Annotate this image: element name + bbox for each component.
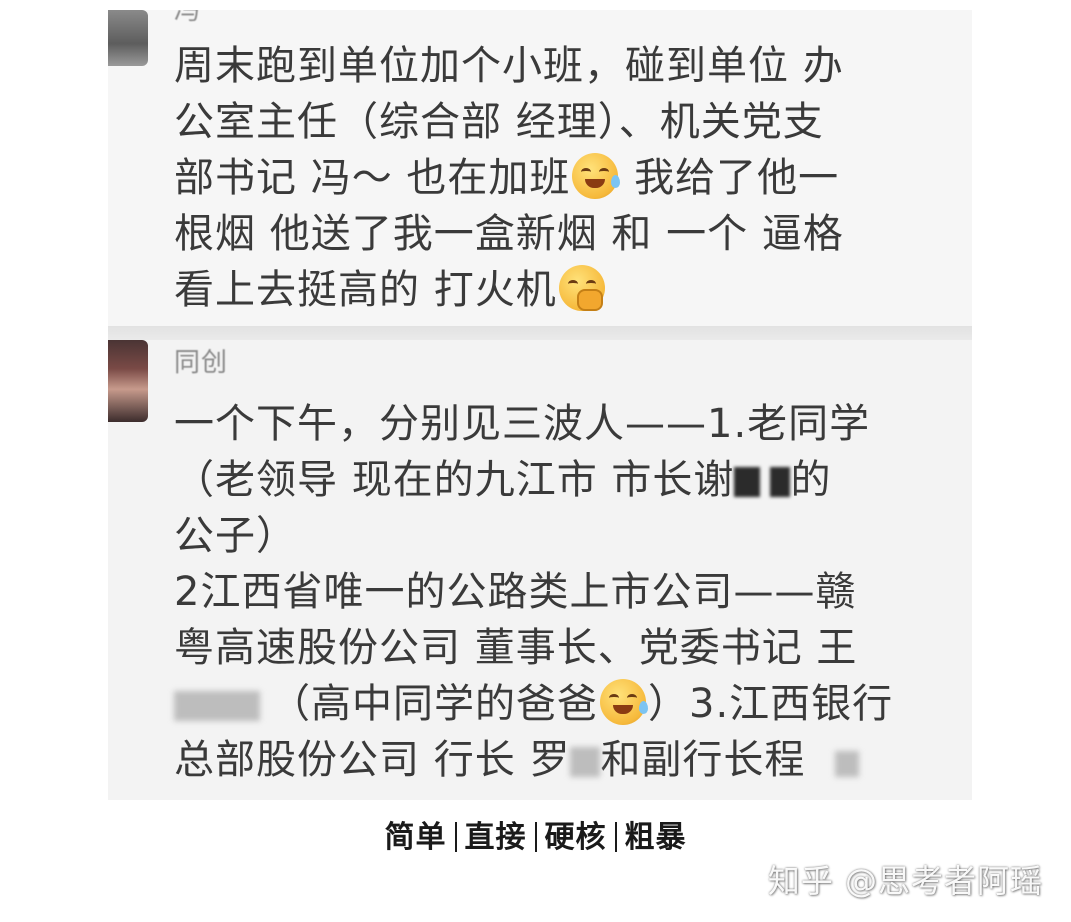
post-line: 2江西省唯一的公路类上市公司——赣	[174, 569, 857, 615]
redaction-mark	[734, 467, 761, 497]
post-text: 和副行长程	[600, 737, 806, 783]
post-content: 周末跑到单位加个小班，碰到单位 办 公室主任（综合部 经理）、机关党支 部书记 …	[174, 38, 972, 318]
post-line: 总部股份公司 行长 罗和副行长程	[174, 732, 972, 788]
post-line: 根烟 他送了我一盒新烟 和 一个 逼格	[174, 211, 844, 257]
yawn-emoji-icon	[558, 265, 605, 311]
post-text: 总部股份公司 行长 罗	[174, 737, 571, 783]
redaction-mark	[770, 467, 791, 497]
post-line: （老领导 现在的九江市 市长谢 的	[174, 452, 972, 508]
redaction-mark	[174, 691, 260, 721]
post-text: 我给了他一	[634, 155, 840, 201]
chat-screenshot: 冯 周末跑到单位加个小班，碰到单位 办 公室主任（综合部 经理）、机关党支 部书…	[108, 10, 972, 800]
laugh-cry-emoji-icon	[600, 679, 648, 725]
moment-post-1: 冯 周末跑到单位加个小班，碰到单位 办 公室主任（综合部 经理）、机关党支 部书…	[108, 10, 972, 326]
post-line: 粤高速股份公司 董事长、党委书记 王	[174, 625, 858, 671]
post-divider	[108, 326, 972, 340]
post-text: 部书记 冯～ 也在加班	[174, 155, 571, 201]
caption: 简单 直接 硬核 粗暴	[0, 812, 1071, 856]
post-text: （高中同学的爸爸	[270, 681, 598, 727]
post-line: 公室主任（综合部 经理）、机关党支	[174, 99, 824, 145]
post-content: 一个下午，分别见三波人——1.老同学 （老领导 现在的九江市 市长谢的 公子） …	[174, 396, 972, 788]
avatar[interactable]	[108, 340, 148, 422]
avatar[interactable]	[108, 10, 148, 66]
post-text: 看上去挺高的 打火机	[174, 267, 557, 313]
caption-separator	[614, 822, 617, 852]
caption-separator	[454, 822, 457, 852]
laugh-cry-emoji-icon	[572, 153, 621, 199]
zhihu-watermark: 知乎 @思考者阿瑶	[767, 862, 1043, 900]
post-line: 一个下午，分别见三波人——1.老同学	[174, 401, 871, 447]
post-nickname[interactable]: 同创	[174, 342, 228, 379]
post-line: 看上去挺高的 打火机	[174, 262, 972, 318]
caption-separator	[534, 822, 537, 852]
redaction-mark	[835, 751, 860, 777]
post-nickname[interactable]: 冯	[174, 10, 201, 27]
caption-part: 粗暴	[624, 820, 687, 855]
post-line: 公子）	[174, 513, 297, 559]
post-line: 周末跑到单位加个小班，碰到单位 办	[174, 43, 844, 89]
post-text: ）3.江西银行	[648, 681, 894, 727]
post-line: 部书记 冯～ 也在加班 我给了他一	[174, 150, 972, 206]
caption-part: 简单	[384, 820, 447, 855]
caption-part: 硬核	[544, 820, 607, 855]
post-line: （高中同学的爸爸 ）3.江西银行	[174, 676, 972, 732]
caption-part: 直接	[464, 820, 527, 855]
moment-post-2: 同创 一个下午，分别见三波人——1.老同学 （老领导 现在的九江市 市长谢 的 公…	[108, 340, 972, 800]
post-text: （老领导 现在的九江市 市长谢	[174, 457, 735, 503]
redaction-mark	[570, 747, 601, 777]
post-text: 的	[790, 457, 832, 503]
